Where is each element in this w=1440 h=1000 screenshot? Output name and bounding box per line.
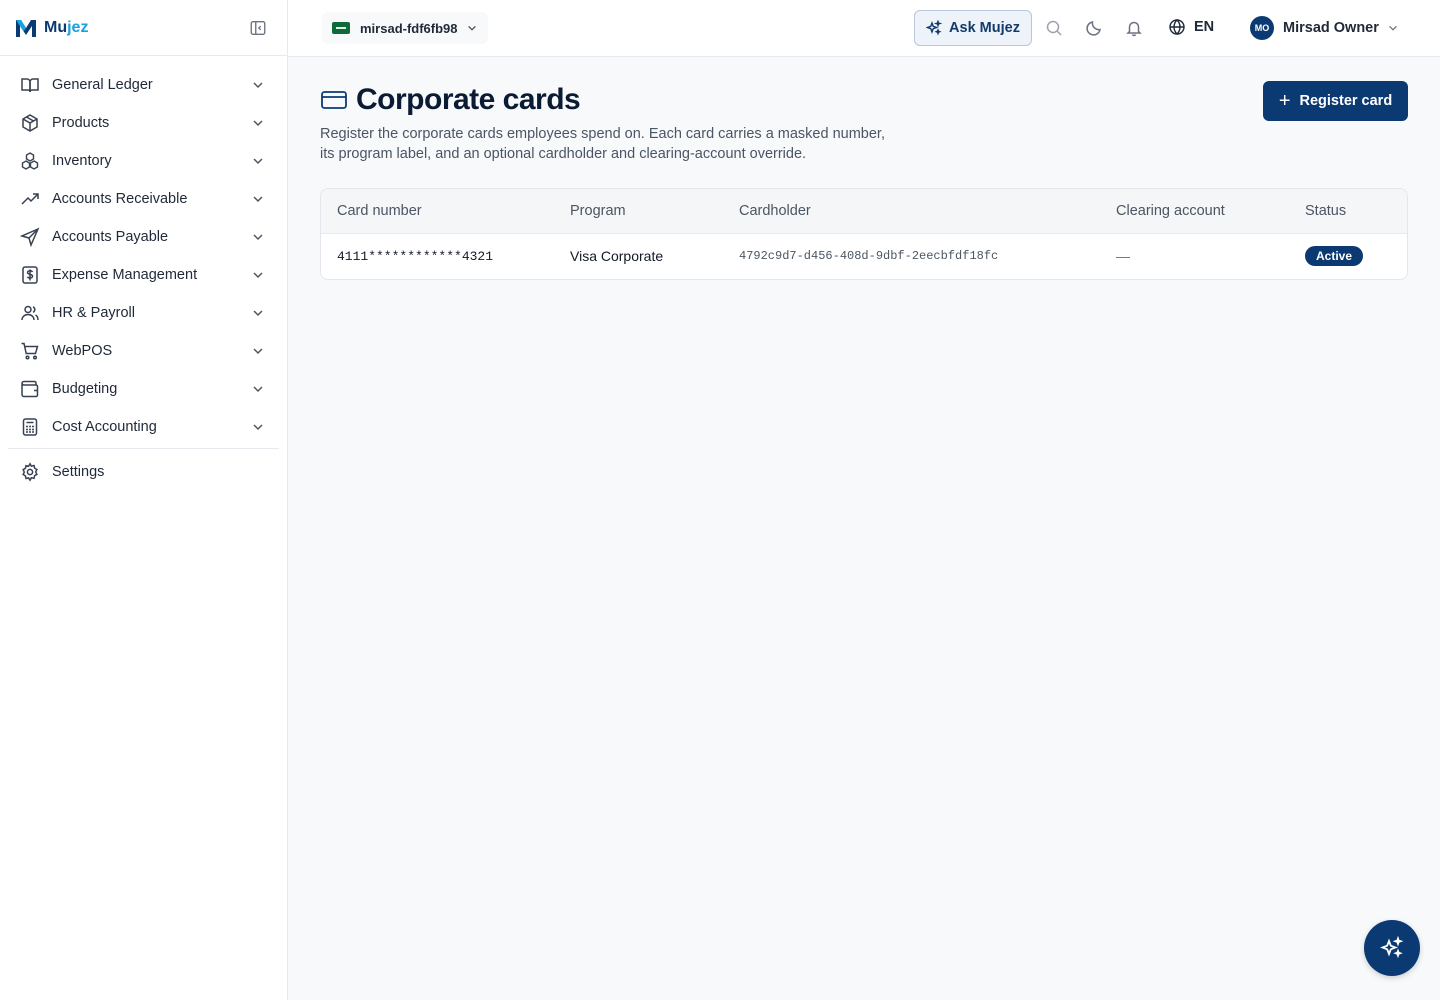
column-header-clearing-account[interactable]: Clearing account: [1100, 189, 1289, 233]
wallet-icon: [20, 379, 40, 399]
user-menu[interactable]: MO Mirsad Owner: [1250, 16, 1399, 40]
page-header: Corporate cards: [320, 80, 1408, 120]
register-card-button[interactable]: + Register card: [1263, 81, 1408, 121]
page-title: Corporate cards: [356, 83, 581, 116]
sidebar-item-label: Settings: [52, 464, 105, 480]
mujez-logo-icon[interactable]: [14, 16, 38, 40]
users-icon: [20, 303, 40, 323]
trending-up-icon: [20, 189, 40, 209]
moon-icon[interactable]: [1085, 19, 1103, 37]
sidebar-item-label: Products: [52, 115, 110, 131]
chevron-down-icon: [251, 154, 265, 168]
chevron-down-icon: [466, 22, 478, 34]
globe-icon: [1168, 18, 1186, 36]
cart-icon: [20, 341, 40, 361]
sidebar-item-label: Expense Management: [52, 267, 198, 283]
boxes-icon: [20, 151, 40, 171]
sidebar-item-hr-payroll[interactable]: HR & Payroll: [8, 294, 279, 332]
sidebar-item-label: Accounts Receivable: [52, 191, 188, 207]
status-cell: Active: [1289, 233, 1407, 279]
column-header-cardholder[interactable]: Cardholder: [723, 189, 1100, 233]
sparkles-icon: [926, 20, 943, 36]
brand-name: Mujez: [44, 18, 89, 36]
table-header-row: Card number Program Cardholder Clearing …: [321, 189, 1407, 233]
bell-icon[interactable]: [1125, 19, 1143, 37]
sidebar-item-settings[interactable]: Settings: [8, 453, 279, 491]
sidebar-divider: [8, 448, 279, 449]
box-icon: [20, 113, 40, 133]
chevron-down-icon: [251, 268, 265, 282]
chevron-down-icon: [251, 78, 265, 92]
receipt-dollar-icon: [20, 265, 40, 285]
sidebar-item-budgeting[interactable]: Budgeting: [8, 370, 279, 408]
sidebar-collapse-icon[interactable]: [249, 19, 267, 37]
tenant-switcher[interactable]: mirsad-fdf6fb98: [322, 12, 488, 44]
send-icon: [20, 227, 40, 247]
cardholder-cell: 4792c9d7-d456-408d-9dbf-2eecbfdf18fc: [739, 249, 999, 264]
sidebar-item-general-ledger[interactable]: General Ledger: [8, 66, 279, 104]
saudi-flag-icon: [332, 22, 350, 34]
chevron-down-icon: [251, 192, 265, 206]
sidebar-item-label: Accounts Payable: [52, 229, 169, 245]
column-header-status[interactable]: Status: [1289, 189, 1407, 233]
assistant-fab-button[interactable]: [1364, 920, 1420, 976]
sidebar-item-cost-accounting[interactable]: Cost Accounting: [8, 408, 279, 446]
brand: Mujez: [0, 0, 287, 56]
sidebar: Mujez General Ledger Products Inventory …: [0, 0, 288, 1000]
column-header-card-number[interactable]: Card number: [321, 189, 554, 233]
book-open-icon: [20, 75, 40, 95]
program-cell: Visa Corporate: [570, 248, 664, 265]
ask-mujez-label: Ask Mujez: [949, 20, 1020, 36]
sidebar-item-expense-management[interactable]: Expense Management: [8, 256, 279, 294]
page-description: Register the corporate cards employees s…: [320, 126, 885, 162]
main-content: Corporate cards + Register card Register…: [320, 80, 1408, 280]
sidebar-item-label: HR & Payroll: [52, 305, 135, 321]
tenant-name: mirsad-fdf6fb98: [360, 20, 458, 36]
sidebar-item-webpos[interactable]: WebPOS: [8, 332, 279, 370]
sidebar-item-accounts-receivable[interactable]: Accounts Receivable: [8, 180, 279, 218]
column-header-program[interactable]: Program: [554, 189, 723, 233]
language-switcher[interactable]: EN: [1168, 18, 1214, 36]
register-card-label: Register card: [1299, 93, 1393, 109]
chevron-down-icon: [251, 306, 265, 320]
sparkles-icon: [1380, 936, 1404, 960]
sidebar-item-inventory[interactable]: Inventory: [8, 142, 279, 180]
sidebar-item-label: Inventory: [52, 153, 112, 169]
sidebar-item-accounts-payable[interactable]: Accounts Payable: [8, 218, 279, 256]
card-number-cell: 4111************4321: [337, 248, 494, 264]
chevron-down-icon: [251, 344, 265, 358]
avatar: MO: [1250, 16, 1274, 40]
chevron-down-icon: [251, 230, 265, 244]
sidebar-item-label: Budgeting: [52, 381, 118, 397]
status-badge: Active: [1305, 246, 1364, 267]
chevron-down-icon: [251, 116, 265, 130]
sidebar-item-products[interactable]: Products: [8, 104, 279, 142]
user-name: Mirsad Owner: [1283, 20, 1379, 36]
sidebar-item-label: General Ledger: [52, 77, 153, 93]
clearing-account-cell: —: [1116, 248, 1130, 265]
sidebar-item-label: WebPOS: [52, 343, 113, 359]
language-label: EN: [1194, 19, 1215, 35]
plus-icon: +: [1278, 90, 1291, 112]
chevron-down-icon: [251, 382, 265, 396]
sidebar-nav: General Ledger Products Inventory Accoun…: [0, 56, 287, 491]
gear-icon: [20, 462, 40, 482]
calculator-icon: [20, 417, 40, 437]
search-icon[interactable]: [1045, 19, 1063, 37]
chevron-down-icon: [1387, 22, 1399, 34]
table-row[interactable]: 4111************4321 Visa Corporate 4792…: [321, 233, 1407, 279]
ask-mujez-button[interactable]: Ask Mujez: [914, 10, 1032, 46]
cards-table: Card number Program Cardholder Clearing …: [320, 188, 1408, 280]
topbar: mirsad-fdf6fb98 Ask Mujez EN MO Mirsad O…: [288, 0, 1440, 57]
credit-card-icon: [320, 86, 348, 114]
chevron-down-icon: [251, 420, 265, 434]
sidebar-item-label: Cost Accounting: [52, 419, 157, 435]
